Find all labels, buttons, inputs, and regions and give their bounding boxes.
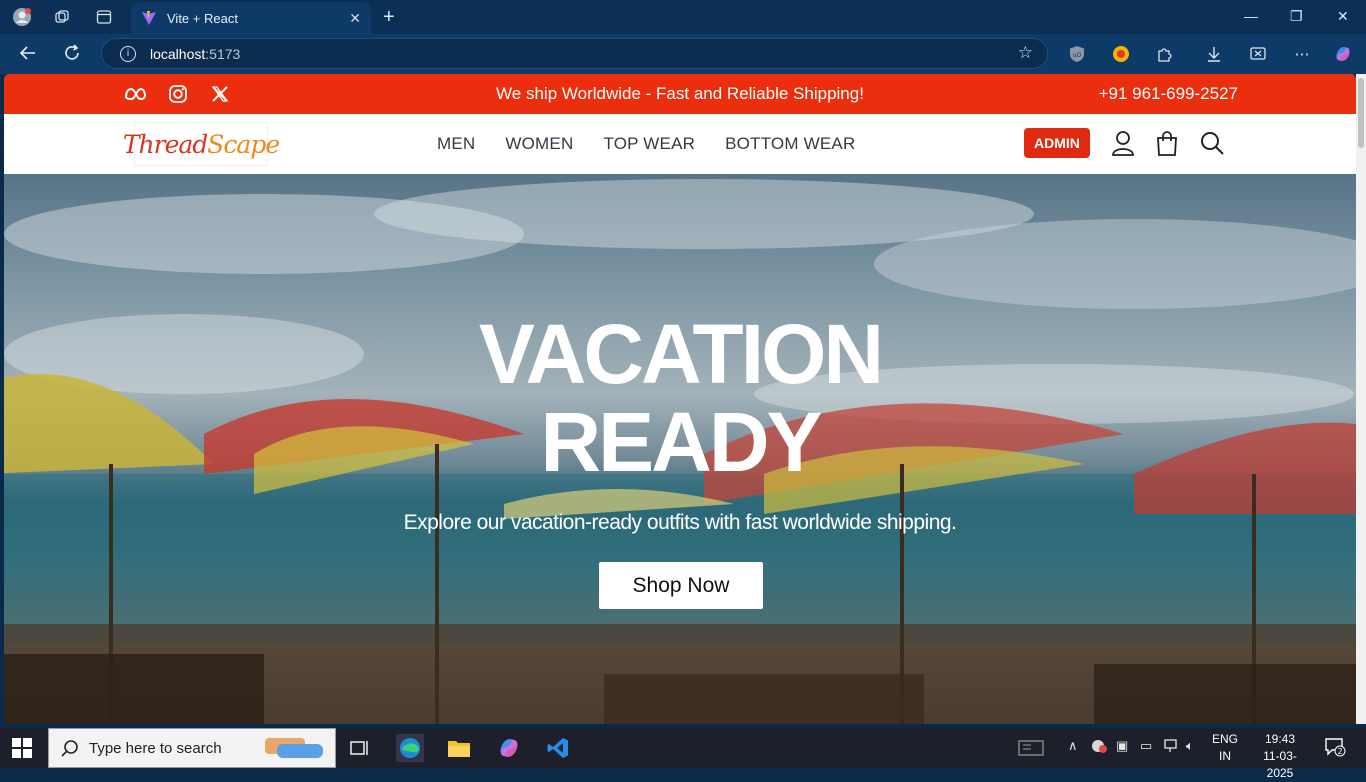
news-widget-icon[interactable] bbox=[1018, 739, 1044, 760]
search-highlight-illustration-icon bbox=[265, 738, 323, 758]
extensions-puzzle-icon[interactable] bbox=[1155, 44, 1175, 64]
svg-text:uO: uO bbox=[1073, 52, 1082, 59]
minimize-window-button[interactable]: — bbox=[1244, 8, 1258, 24]
vertical-tabs-icon[interactable] bbox=[94, 7, 114, 27]
meet-now-icon[interactable]: ▣ bbox=[1116, 738, 1128, 754]
user-profile-icon[interactable] bbox=[1108, 128, 1138, 158]
hero-subtitle: Explore our vacation-ready outfits with … bbox=[403, 511, 957, 534]
taskbar-search-icon bbox=[61, 740, 78, 757]
menu-item-women[interactable]: WOMEN bbox=[505, 134, 573, 154]
network-error-icon[interactable] bbox=[1090, 738, 1108, 757]
show-hidden-icons-chevron-icon[interactable]: ∧ bbox=[1068, 738, 1078, 754]
menu-item-bottom-wear[interactable]: BOTTOM WEAR bbox=[725, 134, 855, 154]
main-navbar: Thread Scape MEN WOMEN TOP WEAR BOTTOM WE… bbox=[4, 114, 1356, 174]
reload-button[interactable] bbox=[62, 43, 82, 68]
notifications-icon[interactable]: 2 bbox=[1324, 736, 1346, 761]
input-language[interactable]: ENG IN bbox=[1208, 731, 1242, 765]
workspaces-icon[interactable] bbox=[52, 7, 72, 27]
admin-button[interactable]: ADMIN bbox=[1024, 128, 1090, 158]
taskbar-search-box[interactable]: Type here to search bbox=[48, 728, 336, 768]
category-menu: MEN WOMEN TOP WEAR BOTTOM WEAR bbox=[437, 134, 855, 154]
site-info-icon[interactable]: i bbox=[120, 46, 136, 62]
vite-logo-icon bbox=[142, 11, 156, 25]
url-text: localhost:5173 bbox=[150, 46, 241, 62]
browser-toolbar: i localhost:5173 ☆ uO ⋯ bbox=[0, 34, 1366, 74]
address-bar[interactable]: i localhost:5173 ☆ bbox=[101, 38, 1048, 69]
profile-avatar-icon[interactable] bbox=[12, 7, 32, 27]
ublock-extension-icon[interactable]: uO bbox=[1067, 44, 1087, 64]
menu-item-top-wear[interactable]: TOP WEAR bbox=[603, 134, 695, 154]
windows-start-icon[interactable] bbox=[12, 738, 32, 758]
hero-title: VACATION READY bbox=[478, 307, 884, 489]
browser-tab-strip: Vite + React ✕ + — ❐ ✕ bbox=[0, 0, 1366, 34]
shop-now-button[interactable]: Shop Now bbox=[599, 562, 763, 609]
menu-item-men[interactable]: MEN bbox=[437, 134, 475, 154]
favorite-star-icon[interactable]: ☆ bbox=[1018, 43, 1033, 63]
close-tab-icon[interactable]: ✕ bbox=[349, 10, 361, 27]
windows-taskbar: Type here to search ∧ ▣ ▭ 🔈︎ ENG IN 19:43… bbox=[0, 728, 1366, 780]
new-tab-button[interactable]: + bbox=[383, 6, 395, 29]
copilot-icon[interactable] bbox=[1333, 44, 1353, 64]
edge-taskbar-icon[interactable] bbox=[396, 734, 424, 762]
extension-badge-icon[interactable] bbox=[1111, 44, 1131, 64]
tab-vite-react[interactable]: Vite + React ✕ bbox=[131, 2, 371, 34]
search-icon[interactable] bbox=[1197, 128, 1227, 158]
tab-title: Vite + React bbox=[167, 10, 238, 26]
volume-icon[interactable]: 🔈︎ bbox=[1186, 738, 1194, 754]
shopping-bag-icon[interactable] bbox=[1152, 128, 1182, 158]
close-window-button[interactable]: ✕ bbox=[1337, 8, 1349, 25]
system-clock[interactable]: 19:43 11-03-2025 bbox=[1252, 731, 1308, 782]
restore-window-button[interactable]: ❐ bbox=[1290, 8, 1303, 25]
network-icon[interactable] bbox=[1163, 738, 1181, 757]
phone-number[interactable]: +91 961-699-2527 bbox=[1099, 84, 1238, 104]
back-button[interactable] bbox=[18, 43, 38, 68]
announcement-bar: We ship Worldwide - Fast and Reliable Sh… bbox=[4, 74, 1356, 114]
scrollbar-thumb[interactable] bbox=[1358, 78, 1364, 148]
notification-count: 2 bbox=[1337, 747, 1342, 756]
task-view-icon[interactable] bbox=[346, 734, 374, 762]
more-options-icon[interactable]: ⋯ bbox=[1292, 44, 1312, 64]
page-viewport: We ship Worldwide - Fast and Reliable Sh… bbox=[4, 74, 1356, 724]
page-scrollbar[interactable] bbox=[1356, 74, 1366, 724]
hero-banner: VACATION READY Explore our vacation-ready… bbox=[4, 174, 1356, 724]
vscode-icon[interactable] bbox=[544, 734, 572, 762]
downloads-icon[interactable] bbox=[1204, 44, 1224, 64]
threadscape-logo[interactable]: Thread Scape bbox=[123, 122, 280, 166]
battery-icon[interactable]: ▭ bbox=[1140, 738, 1152, 754]
file-explorer-icon[interactable] bbox=[445, 734, 473, 762]
copilot-taskbar-icon[interactable] bbox=[495, 734, 523, 762]
screenshot-icon[interactable] bbox=[1248, 44, 1268, 64]
search-placeholder: Type here to search bbox=[89, 739, 222, 757]
